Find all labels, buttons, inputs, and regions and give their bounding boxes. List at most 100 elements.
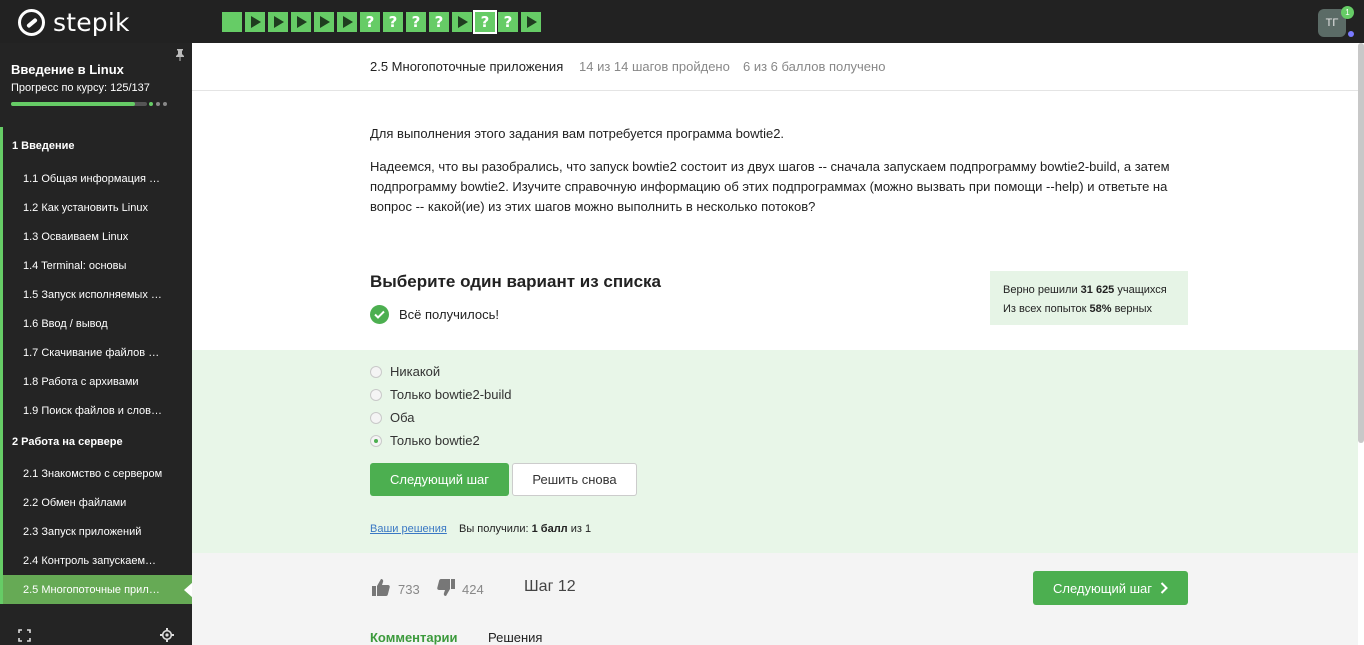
sidebar-item-1-1[interactable]: 1.1 Общая информация о … — [0, 164, 192, 193]
stats-attempts-value: 58% — [1089, 303, 1112, 315]
task-paragraph-2: Надеемся, что вы разобрались, что запуск… — [370, 159, 1170, 214]
dislike-button[interactable]: 424 — [437, 579, 484, 599]
step-3-play-icon[interactable] — [268, 12, 288, 32]
success-text: Всё получилось! — [399, 307, 499, 322]
step-4-play-icon[interactable] — [291, 12, 311, 32]
stats-attempts-prefix: Из всех попыток — [1003, 303, 1090, 315]
course-progress-label: Прогресс по курсу: 125/137 — [11, 82, 150, 94]
sidebar-item-2-3[interactable]: 2.3 Запуск приложений — [0, 517, 192, 546]
radio-button[interactable] — [370, 365, 382, 378]
sidebar-item-1-4[interactable]: 1.4 Terminal: основы — [0, 251, 192, 280]
sidebar-item-2-4[interactable]: 2.4 Контроль запускаемых… — [0, 546, 192, 575]
main-content: 2.5 Многопоточные приложения 14 из 14 ша… — [192, 43, 1364, 645]
likes-count: 733 — [398, 581, 420, 597]
radio-button[interactable] — [370, 411, 382, 424]
option-bowtie2[interactable]: Только bowtie2 — [370, 433, 480, 448]
stats-solved: Верно решили 31 625 учащихся — [1003, 281, 1188, 300]
option-label: Оба — [390, 410, 415, 425]
sidebar-item-label: 1.3 Осваиваем Linux — [23, 230, 129, 243]
step-9-question-icon[interactable]: ? — [406, 12, 426, 32]
section-1[interactable]: 1 Введение — [0, 127, 192, 164]
stepik-logo[interactable]: stepik — [18, 7, 130, 37]
progress-dots — [149, 102, 167, 106]
score-received: Вы получили: 1 балл из 1 — [459, 523, 591, 535]
tab-solutions[interactable]: Решения — [488, 630, 542, 645]
retry-button[interactable]: Решить снова — [512, 463, 637, 496]
sidebar-item-label: 1.2 Как установить Linux — [23, 201, 148, 214]
stats-attempts-suffix: верных — [1111, 303, 1153, 315]
option-both[interactable]: Оба — [370, 410, 415, 425]
sidebar-item-label: 2.4 Контроль запускаемых… — [23, 554, 163, 567]
sidebar-item-1-2[interactable]: 1.2 Как установить Linux — [0, 193, 192, 222]
sidebar: Введение в Linux Прогресс по курсу: 125/… — [0, 43, 193, 645]
step-1-text-icon[interactable] — [222, 12, 242, 32]
scrollbar[interactable] — [1358, 43, 1364, 443]
option-bowtie2-build[interactable]: Только bowtie2-build — [370, 387, 512, 402]
step-5-play-icon[interactable] — [314, 12, 334, 32]
sidebar-item-2-1[interactable]: 2.1 Знакомство с сервером — [0, 459, 192, 488]
step-8-question-icon[interactable]: ? — [383, 12, 403, 32]
sidebar-item-1-8[interactable]: 1.8 Работа с архивами — [0, 367, 192, 396]
step-10-question-icon[interactable]: ? — [429, 12, 449, 32]
top-bar: stepik ?????? ТГ 1 — [0, 0, 1364, 43]
thumbs-down-icon — [437, 579, 455, 599]
chevron-right-icon — [1160, 582, 1168, 594]
sidebar-footer — [0, 619, 192, 645]
sidebar-item-label: 2.5 Многопоточные прило… — [23, 583, 163, 596]
tab-comments[interactable]: Комментарии — [370, 630, 458, 645]
sidebar-item-label: 1.6 Ввод / вывод — [23, 317, 108, 330]
logo-text: stepik — [53, 7, 130, 37]
step-11-play-icon[interactable] — [452, 12, 472, 32]
option-label: Только bowtie2-build — [390, 387, 512, 402]
gear-icon[interactable] — [160, 628, 174, 642]
lesson-steps-progress: 14 из 14 шагов пройдено — [579, 59, 730, 74]
next-step-button[interactable]: Следующий шаг — [370, 463, 509, 496]
sidebar-item-label: 2.1 Знакомство с сервером — [23, 467, 163, 480]
course-title[interactable]: Введение в Linux — [11, 62, 124, 77]
option-label: Только bowtie2 — [390, 433, 480, 448]
sidebar-item-label: 1.8 Работа с архивами — [23, 375, 139, 388]
stats-solved-prefix: Верно решили — [1003, 284, 1081, 296]
step-14-play-icon[interactable] — [521, 12, 541, 32]
sidebar-item-1-3[interactable]: 1.3 Осваиваем Linux — [0, 222, 192, 251]
pin-icon[interactable] — [175, 49, 185, 64]
sidebar-item-2-5[interactable]: 2.5 Многопоточные прило… — [0, 575, 193, 604]
sidebar-item-label: 1.1 Общая информация о … — [23, 172, 163, 185]
expand-icon[interactable] — [18, 629, 31, 642]
step-7-question-icon[interactable]: ? — [360, 12, 380, 32]
section-2[interactable]: 2 Работа на сервере — [0, 425, 192, 459]
your-solutions-link[interactable]: Ваши решения — [370, 523, 447, 535]
check-circle-icon — [370, 305, 389, 324]
status-dot — [1348, 31, 1354, 37]
solve-stats: Верно решили 31 625 учащихся Из всех поп… — [990, 271, 1188, 325]
sidebar-item-label: 1.5 Запуск исполняемых ф… — [23, 288, 163, 301]
step-2-play-icon[interactable] — [245, 12, 265, 32]
sidebar-item-label: 1.4 Terminal: основы — [23, 259, 127, 272]
step-6-play-icon[interactable] — [337, 12, 357, 32]
radio-button-selected[interactable] — [370, 434, 382, 447]
next-step-footer-button[interactable]: Следующий шаг — [1033, 571, 1188, 605]
sidebar-item-1-6[interactable]: 1.6 Ввод / вывод — [0, 309, 192, 338]
radio-button[interactable] — [370, 388, 382, 401]
next-step-footer-label: Следующий шаг — [1053, 580, 1152, 596]
divider — [192, 90, 1364, 91]
step-12-question-icon[interactable]: ? — [473, 10, 497, 34]
thumbs-up-icon — [372, 579, 390, 599]
like-button[interactable]: 733 — [372, 579, 420, 599]
sidebar-item-label: 2.2 Обмен файлами — [23, 496, 127, 509]
sidebar-item-1-9[interactable]: 1.9 Поиск файлов и слов в… — [0, 396, 192, 425]
sidebar-item-label: 2.3 Запуск приложений — [23, 525, 142, 538]
option-none[interactable]: Никакой — [370, 364, 440, 379]
success-message: Всё получилось! — [370, 305, 499, 324]
received-suffix: из 1 — [567, 523, 592, 535]
course-menu: 1 Введение 1.1 Общая информация о … 1.2 … — [0, 127, 193, 604]
step-13-question-icon[interactable]: ? — [498, 12, 518, 32]
stats-solved-suffix: учащихся — [1114, 284, 1167, 296]
stats-solved-value: 31 625 — [1080, 284, 1115, 296]
lesson-title: 2.5 Многопоточные приложения — [370, 59, 564, 74]
sidebar-item-1-5[interactable]: 1.5 Запуск исполняемых ф… — [0, 280, 192, 309]
received-value: 1 балл — [531, 523, 568, 535]
sidebar-item-2-2[interactable]: 2.2 Обмен файлами — [0, 488, 192, 517]
sidebar-item-1-7[interactable]: 1.7 Скачивание файлов из… — [0, 338, 192, 367]
sidebar-item-label: 1.9 Поиск файлов и слов в… — [23, 404, 163, 417]
